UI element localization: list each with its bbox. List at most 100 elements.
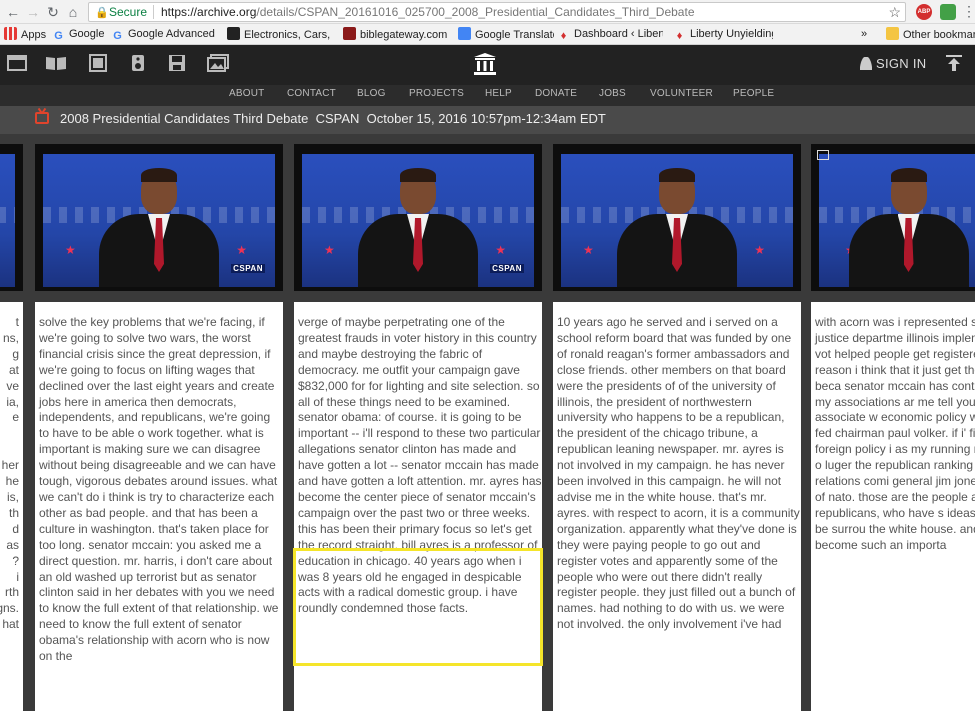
star-icon: ★	[754, 243, 765, 257]
bookmark-biblegateway[interactable]: biblegateway.com A	[343, 27, 449, 42]
biblegateway-icon	[343, 27, 356, 40]
bookmark-label: Apps	[21, 29, 46, 41]
forward-arrow-icon[interactable]: →	[24, 3, 42, 21]
video-thumbnail[interactable]: ★ ★	[553, 144, 801, 291]
transcript-text: verge of maybe perpetrating one of the g…	[298, 315, 542, 616]
speaker-figure	[612, 162, 742, 287]
software-icon[interactable]	[166, 53, 188, 73]
extension-icon[interactable]	[940, 4, 956, 20]
bookmark-dashboard[interactable]: ♦ Dashboard ‹ Liberty	[557, 27, 663, 42]
google-icon: G	[54, 30, 63, 42]
item-title-bar: 2008 Presidential Candidates Third Debat…	[0, 106, 975, 134]
url-path: /details/CSPAN_20161016_025700_2008_Pres…	[256, 5, 695, 19]
bookmark-label: Liberty Unyielding	[690, 28, 773, 40]
tv-icon	[35, 112, 49, 124]
archive-topbar: SIGN IN	[0, 45, 975, 85]
transcript-text: with acorn was i represented side the u.…	[815, 315, 975, 552]
thumbnail-frame: ★ ★ CSPAN	[43, 154, 275, 287]
bookmark-apps[interactable]: Apps	[4, 27, 46, 42]
nav-donate[interactable]: DONATE	[535, 88, 577, 99]
transcript-column: with acorn was i represented side the u.…	[811, 302, 975, 711]
user-icon	[860, 57, 872, 70]
lock-icon: 🔒	[95, 7, 109, 19]
bookmark-google-translate[interactable]: Google Translate	[458, 27, 554, 42]
transcript-column: t ns, g at ve ia, e her he is, th d as ?…	[0, 302, 23, 711]
secure-label: Secure	[109, 5, 148, 19]
video-thumbnail[interactable]: ★ ★ CSPAN	[294, 144, 542, 291]
upload-icon[interactable]	[944, 53, 964, 73]
flame-icon: ♦	[560, 30, 567, 42]
video-thumbnail[interactable]: ★	[811, 144, 975, 291]
bookmark-google-advanced[interactable]: G Google Advanced Se	[111, 27, 217, 42]
web-icon[interactable]	[6, 53, 28, 73]
home-icon[interactable]: ⌂	[64, 3, 82, 21]
nav-blog[interactable]: BLOG	[357, 88, 386, 99]
bookmark-google[interactable]: G Google	[52, 27, 104, 42]
video-thumbnail[interactable]: ★ ★ CSPAN	[35, 144, 283, 291]
speaker-figure	[844, 162, 974, 287]
transcript-carousel: ★ ★ CSPAN ★ ★ CSPAN ★ ★ ★ t ns, g at ve …	[0, 134, 975, 711]
nav-projects[interactable]: PROJECTS	[409, 88, 464, 99]
url-host: https://archive.org	[161, 5, 257, 19]
apps-grid-icon	[4, 27, 17, 40]
item-airdate: October 15, 2016 10:57pm-12:34am EDT	[366, 111, 606, 126]
other-bookmarks[interactable]: Other bookmarks	[886, 27, 975, 42]
bookmark-label: Google	[69, 28, 104, 40]
video-thumbnail[interactable]	[0, 144, 23, 291]
star-icon: ★	[324, 243, 335, 257]
nav-contact[interactable]: CONTACT	[287, 88, 336, 99]
star-icon: ★	[236, 243, 247, 257]
reload-icon[interactable]: ↻	[44, 3, 62, 21]
cspan-watermark: CSPAN	[231, 264, 265, 273]
audio-icon[interactable]	[127, 53, 149, 73]
thumbnail-frame: ★ ★	[561, 154, 793, 287]
transcript-text: 10 years ago he served and i served on a…	[557, 315, 800, 632]
google-icon: G	[113, 30, 122, 42]
bookmark-label: Electronics, Cars, Fasl	[244, 29, 333, 41]
signin-label: SIGN IN	[876, 56, 927, 71]
bookmark-label: Other bookmarks	[903, 29, 975, 41]
ebay-icon	[227, 27, 240, 40]
star-icon: ★	[65, 243, 76, 257]
archive-logo-icon[interactable]	[473, 52, 497, 76]
url-text[interactable]: https://archive.org/details/CSPAN_201610…	[161, 3, 695, 21]
nav-volunteer[interactable]: VOLUNTEER	[650, 88, 713, 99]
browser-toolbar: ← → ↻ ⌂ 🔒 Secure https://archive.org/det…	[0, 0, 975, 24]
star-icon: ★	[495, 243, 506, 257]
nav-people[interactable]: PEOPLE	[733, 88, 774, 99]
omnibox-divider	[153, 5, 154, 19]
address-bar[interactable]: 🔒 Secure https://archive.org/details/CSP…	[88, 2, 906, 22]
item-title: 2008 Presidential Candidates Third Debat…	[60, 111, 606, 126]
transcript-column: 10 years ago he served and i served on a…	[553, 302, 801, 711]
bookmarks-overflow[interactable]: »	[861, 27, 871, 42]
bookmarks-bar: Apps G Google G Google Advanced Se Electro…	[0, 24, 975, 45]
bookmark-ebay[interactable]: Electronics, Cars, Fasl	[227, 27, 333, 42]
transcript-text: solve the key problems that we're facing…	[39, 315, 279, 664]
speaker-figure	[94, 162, 224, 287]
thumbnail-frame	[0, 154, 15, 287]
transcript-text: t ns, g at ve ia, e her he is, th d as ?…	[0, 315, 19, 632]
nav-about[interactable]: ABOUT	[229, 88, 264, 99]
item-title-main: 2008 Presidential Candidates Third Debat…	[60, 111, 309, 126]
item-network: CSPAN	[315, 111, 360, 126]
transcript-column: verge of maybe perpetrating one of the g…	[294, 302, 542, 711]
back-arrow-icon[interactable]: ←	[4, 3, 22, 21]
bookmark-star-icon[interactable]: ☆	[888, 3, 901, 21]
bookmark-liberty-unyielding[interactable]: ♦ Liberty Unyielding	[673, 27, 773, 42]
adblock-extension-icon[interactable]: ABP	[916, 4, 932, 20]
nav-jobs[interactable]: JOBS	[599, 88, 626, 99]
share-icon[interactable]	[817, 150, 829, 160]
video-icon[interactable]	[87, 53, 109, 73]
translate-icon	[458, 27, 471, 40]
nav-help[interactable]: HELP	[485, 88, 512, 99]
cspan-watermark: CSPAN	[490, 264, 524, 273]
transcript-column: solve the key problems that we're facing…	[35, 302, 283, 711]
flame-icon: ♦	[676, 30, 683, 42]
bookmark-label: Dashboard ‹ Liberty	[574, 28, 663, 40]
folder-icon	[886, 27, 899, 40]
browser-menu-icon[interactable]: ⋮	[962, 3, 975, 19]
bookmark-label: biblegateway.com A	[360, 29, 449, 41]
images-icon[interactable]	[206, 53, 230, 73]
signin-link[interactable]: SIGN IN	[860, 56, 927, 71]
texts-icon[interactable]	[44, 53, 68, 73]
